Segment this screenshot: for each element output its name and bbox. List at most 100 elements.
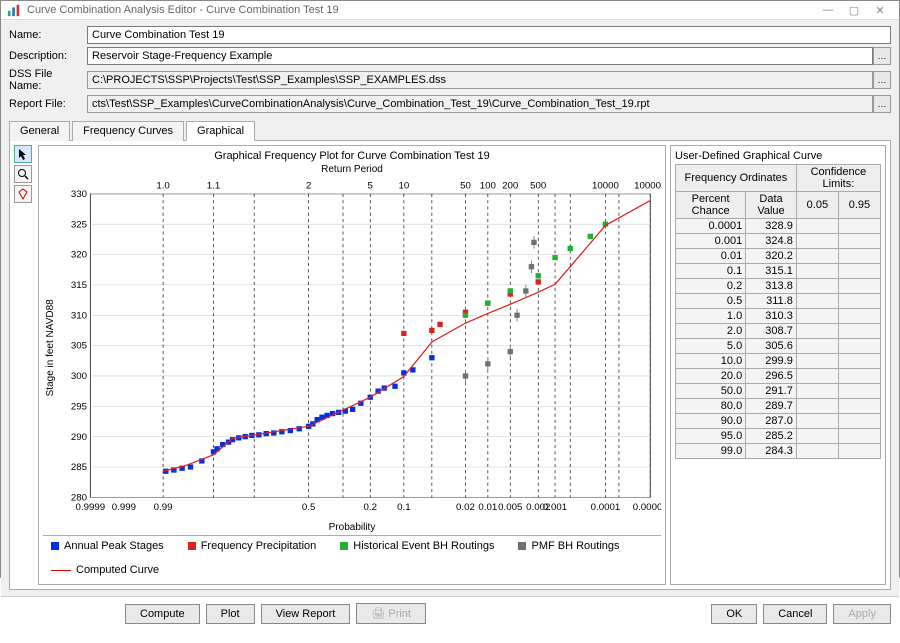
table-cell[interactable]: 291.7 <box>746 384 797 399</box>
table-cell[interactable]: 95.0 <box>676 429 746 444</box>
table-cell[interactable] <box>796 354 838 369</box>
table-cell[interactable]: 10.0 <box>676 354 746 369</box>
table-cell[interactable] <box>796 249 838 264</box>
table-cell[interactable]: 0.0001 <box>676 219 746 234</box>
table-cell[interactable]: 0.2 <box>676 279 746 294</box>
table-cell[interactable] <box>838 234 880 249</box>
table-cell[interactable]: 315.1 <box>746 264 797 279</box>
svg-text:2: 2 <box>306 181 311 192</box>
report-browse-button[interactable]: … <box>873 95 891 113</box>
table-cell[interactable] <box>796 234 838 249</box>
table-cell[interactable] <box>796 414 838 429</box>
table-cell[interactable]: 305.6 <box>746 339 797 354</box>
table-cell[interactable] <box>838 399 880 414</box>
pen-tool[interactable] <box>14 185 32 203</box>
table-cell[interactable] <box>838 294 880 309</box>
table-cell[interactable] <box>838 339 880 354</box>
table-cell[interactable]: 1.0 <box>676 309 746 324</box>
legend-annual: Annual Peak Stages <box>51 540 164 552</box>
table-cell[interactable] <box>796 264 838 279</box>
table-cell[interactable]: 285.2 <box>746 429 797 444</box>
table-cell[interactable] <box>796 294 838 309</box>
svg-text:0.99: 0.99 <box>154 502 173 513</box>
table-cell[interactable] <box>796 369 838 384</box>
name-input[interactable]: Curve Combination Test 19 <box>87 26 891 44</box>
table-cell[interactable]: 0.001 <box>676 234 746 249</box>
tab-general[interactable]: General <box>9 121 70 141</box>
table-cell[interactable]: 0.5 <box>676 294 746 309</box>
table-cell[interactable] <box>838 279 880 294</box>
table-cell[interactable]: 50.0 <box>676 384 746 399</box>
table-cell[interactable] <box>796 399 838 414</box>
table-cell[interactable]: 313.8 <box>746 279 797 294</box>
table-cell[interactable] <box>838 414 880 429</box>
table-cell[interactable]: 296.5 <box>746 369 797 384</box>
table-cell[interactable]: 80.0 <box>676 399 746 414</box>
ok-button[interactable]: OK <box>711 604 757 624</box>
zoom-tool[interactable] <box>14 165 32 183</box>
compute-button[interactable]: Compute <box>125 604 200 624</box>
table-cell[interactable]: 299.9 <box>746 354 797 369</box>
table-cell[interactable] <box>838 219 880 234</box>
table-cell[interactable]: 20.0 <box>676 369 746 384</box>
close-button[interactable]: ✕ <box>867 1 893 19</box>
report-input: cts\Test\SSP_Examples\CurveCombinationAn… <box>87 95 873 113</box>
table-cell[interactable] <box>796 324 838 339</box>
table-cell[interactable]: 284.3 <box>746 444 797 459</box>
pointer-tool[interactable] <box>14 145 32 163</box>
minimize-button[interactable]: — <box>815 1 841 19</box>
table-cell[interactable] <box>796 429 838 444</box>
plot-button[interactable]: Plot <box>206 604 255 624</box>
table-cell[interactable] <box>838 354 880 369</box>
ordinates-table[interactable]: Frequency Ordinates Confidence Limits: P… <box>675 164 881 459</box>
svg-text:200: 200 <box>502 181 518 192</box>
view-report-button[interactable]: View Report <box>261 604 351 624</box>
table-cell[interactable]: 328.9 <box>746 219 797 234</box>
chart-subtitle: Return Period <box>43 164 661 175</box>
table-cell[interactable]: 320.2 <box>746 249 797 264</box>
table-cell[interactable]: 90.0 <box>676 414 746 429</box>
tab-graphical[interactable]: Graphical <box>186 121 255 141</box>
table-cell[interactable]: 311.8 <box>746 294 797 309</box>
table-cell[interactable] <box>838 249 880 264</box>
table-cell[interactable] <box>796 339 838 354</box>
cancel-button[interactable]: Cancel <box>763 604 827 624</box>
svg-text:0.2: 0.2 <box>364 502 377 513</box>
table-cell[interactable] <box>796 219 838 234</box>
table-cell[interactable] <box>838 444 880 459</box>
c05-header: 0.05 <box>796 192 838 219</box>
table-cell[interactable]: 0.1 <box>676 264 746 279</box>
table-cell[interactable] <box>796 279 838 294</box>
table-cell[interactable] <box>838 369 880 384</box>
table-cell[interactable] <box>838 264 880 279</box>
table-cell[interactable] <box>838 324 880 339</box>
svg-text:0.02: 0.02 <box>456 502 475 513</box>
table-cell[interactable]: 308.7 <box>746 324 797 339</box>
window-title: Curve Combination Analysis Editor - Curv… <box>27 4 815 16</box>
dss-browse-button[interactable]: … <box>873 71 891 89</box>
table-cell[interactable] <box>838 309 880 324</box>
table-cell[interactable] <box>796 309 838 324</box>
table-cell[interactable]: 310.3 <box>746 309 797 324</box>
description-input[interactable]: Reservoir Stage-Frequency Example <box>87 47 873 65</box>
freq-ord-header: Frequency Ordinates <box>676 165 797 192</box>
maximize-button[interactable]: ▢ <box>841 1 867 19</box>
svg-text:0.999: 0.999 <box>112 502 136 513</box>
table-cell[interactable]: 289.7 <box>746 399 797 414</box>
table-cell[interactable]: 287.0 <box>746 414 797 429</box>
table-cell[interactable]: 99.0 <box>676 444 746 459</box>
table-cell[interactable]: 2.0 <box>676 324 746 339</box>
table-cell[interactable]: 0.01 <box>676 249 746 264</box>
table-cell[interactable] <box>838 429 880 444</box>
name-label: Name: <box>9 29 87 41</box>
table-cell[interactable] <box>838 384 880 399</box>
chart-title: Graphical Frequency Plot for Curve Combi… <box>43 150 661 162</box>
tab-frequency-curves[interactable]: Frequency Curves <box>72 121 184 141</box>
table-cell[interactable]: 5.0 <box>676 339 746 354</box>
print-button[interactable]: 🖨 Print <box>356 603 426 624</box>
table-cell[interactable]: 324.8 <box>746 234 797 249</box>
table-cell[interactable] <box>796 384 838 399</box>
table-cell[interactable] <box>796 444 838 459</box>
description-ellipsis-button[interactable]: … <box>873 47 891 65</box>
frequency-plot[interactable]: 2802852902953003053103153203253301.01.12… <box>58 175 661 520</box>
